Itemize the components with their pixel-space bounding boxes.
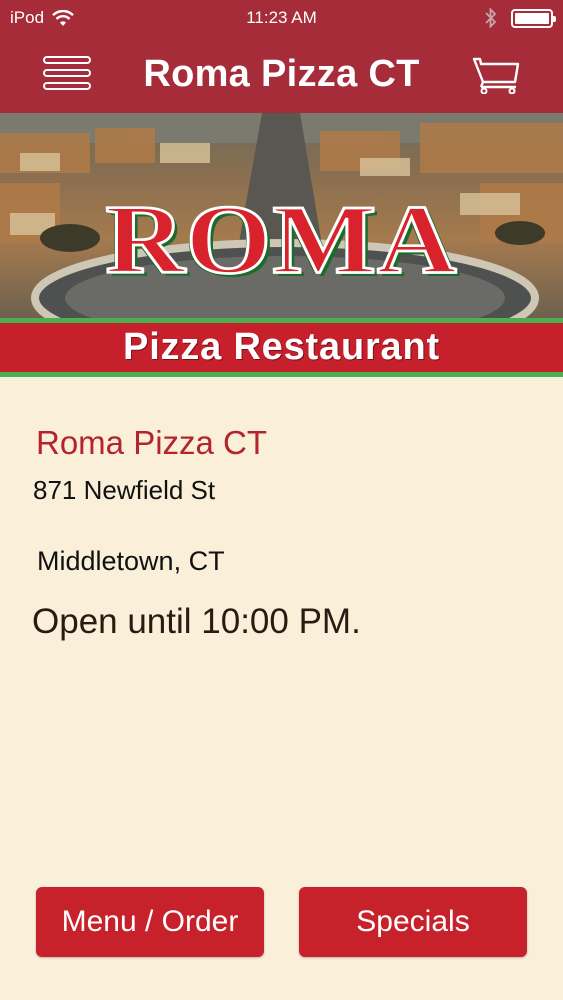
specials-button[interactable]: Specials — [299, 887, 527, 957]
menu-order-label: Menu / Order — [61, 905, 239, 938]
cart-icon[interactable] — [472, 56, 520, 94]
logo-wordmark: ROMA — [104, 184, 458, 294]
banner-subtitle: Pizza Restaurant — [123, 326, 440, 368]
menu-order-button[interactable]: Menu / Order — [36, 887, 264, 957]
hero-banner: ROMA Pizza Restaurant — [0, 113, 563, 377]
restaurant-hours: Open until 10:00 PM. — [32, 602, 361, 641]
restaurant-city: Middletown, CT — [37, 546, 225, 576]
subtitle-band: Pizza Restaurant — [0, 323, 563, 372]
status-time: 11:23 AM — [246, 8, 317, 27]
status-right-group — [485, 8, 556, 28]
battery-icon — [511, 8, 556, 28]
specials-label: Specials — [356, 905, 470, 938]
green-stripe-bottom — [0, 372, 563, 377]
nav-bar: Roma Pizza CT — [0, 36, 563, 113]
status-bar: iPod 11:23 AM — [0, 0, 563, 36]
restaurant-street: 871 Newfield St — [33, 475, 216, 505]
restaurant-name: Roma Pizza CT — [36, 424, 268, 461]
bluetooth-icon — [485, 8, 497, 28]
app-header: iPod 11:23 AM Roma Pizza CT — [0, 0, 563, 113]
